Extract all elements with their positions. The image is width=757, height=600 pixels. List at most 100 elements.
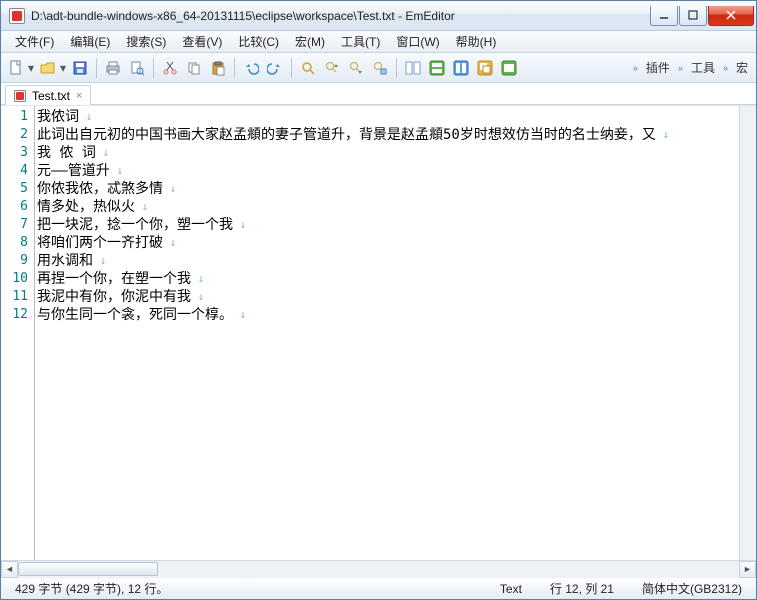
plugins-toolbar-label[interactable]: 插件 (642, 59, 674, 76)
newline-marker-icon: ↓ (110, 164, 123, 177)
newline-marker-icon: ↓ (656, 128, 669, 141)
cascade-button[interactable] (474, 57, 496, 79)
code-line[interactable]: 我 侬 词 ↓ (37, 144, 735, 162)
code-line[interactable]: 用水调和 ↓ (37, 252, 735, 270)
text-area[interactable]: 我侬词 ↓此词出自元初的中国书画大家赵孟頫的妻子管道升，背景是赵孟頫50岁时想效… (35, 106, 739, 560)
menu-view[interactable]: 查看(V) (174, 31, 230, 52)
newline-marker-icon: ↓ (96, 146, 109, 159)
line-number: 7 (1, 216, 28, 234)
close-tab-icon[interactable]: × (76, 90, 82, 102)
code-line[interactable]: 将咱们两个一齐打破 ↓ (37, 234, 735, 252)
tile-horz-button[interactable] (426, 57, 448, 79)
find-button[interactable] (297, 57, 319, 79)
code-line[interactable]: 我泥中有你，你泥中有我 ↓ (37, 288, 735, 306)
redo-button[interactable] (264, 57, 286, 79)
newline-marker-icon: ↓ (79, 110, 92, 123)
open-file-dropdown[interactable]: ▾ (59, 61, 67, 75)
copy-button[interactable] (183, 57, 205, 79)
newline-marker-icon: ↓ (191, 290, 204, 303)
editor: 123456789101112 我侬词 ↓此词出自元初的中国书画大家赵孟頫的妻子… (1, 105, 756, 560)
scroll-thumb[interactable] (18, 562, 158, 576)
code-line[interactable]: 再捏一个你，在塑一个我 ↓ (37, 270, 735, 288)
chevron-icon: » (721, 63, 730, 73)
find-prev-button[interactable] (321, 57, 343, 79)
line-number: 11 (1, 288, 28, 306)
line-number: 2 (1, 126, 28, 144)
single-window-button[interactable] (498, 57, 520, 79)
compare-button[interactable] (402, 57, 424, 79)
file-icon (14, 90, 26, 102)
menu-window[interactable]: 窗口(W) (388, 31, 447, 52)
line-number: 5 (1, 180, 28, 198)
scroll-right-button[interactable]: ► (739, 561, 756, 578)
line-number: 10 (1, 270, 28, 288)
menu-help[interactable]: 帮助(H) (448, 31, 505, 52)
print-button[interactable] (102, 57, 124, 79)
paste-button[interactable] (207, 57, 229, 79)
titlebar[interactable]: D:\adt-bundle-windows-x86_64-20131115\ec… (1, 1, 756, 31)
chevron-icon: » (676, 63, 685, 73)
toolbar-overflow-icon[interactable]: » (631, 63, 640, 73)
line-number: 1 (1, 108, 28, 126)
tools-toolbar-label[interactable]: 工具 (687, 59, 719, 76)
code-line[interactable]: 把一块泥，捻一个你，塑一个我 ↓ (37, 216, 735, 234)
menu-edit[interactable]: 编辑(E) (62, 31, 118, 52)
line-number: 9 (1, 252, 28, 270)
status-bytes: 429 字节 (429 字节), 12 行。 (9, 580, 174, 597)
menu-compare[interactable]: 比较(C) (230, 31, 287, 52)
close-button[interactable] (708, 6, 754, 26)
status-mode: Text (494, 582, 528, 596)
macro-toolbar-label[interactable]: 宏 (732, 59, 752, 76)
tab-label: Test.txt (32, 89, 70, 103)
line-number-gutter: 123456789101112 (1, 106, 35, 560)
window-title: D:\adt-bundle-windows-x86_64-20131115\ec… (31, 9, 649, 23)
newline-marker-icon: ↓ (163, 182, 176, 195)
find-next-button[interactable] (345, 57, 367, 79)
minimize-button[interactable] (650, 6, 678, 26)
code-line[interactable]: 元——管道升 ↓ (37, 162, 735, 180)
newline-marker-icon: ↓ (191, 272, 204, 285)
vertical-scrollbar[interactable] (739, 106, 756, 560)
scroll-left-button[interactable]: ◄ (1, 561, 18, 578)
newline-marker-icon: ↓ (233, 308, 246, 321)
newline-marker-icon: ↓ (93, 254, 106, 267)
cut-button[interactable] (159, 57, 181, 79)
line-number: 8 (1, 234, 28, 252)
menu-macro[interactable]: 宏(M) (287, 31, 333, 52)
code-line[interactable]: 你侬我侬，忒煞多情 ↓ (37, 180, 735, 198)
menu-search[interactable]: 搜索(S) (118, 31, 174, 52)
line-number: 12 (1, 306, 28, 324)
save-button[interactable] (69, 57, 91, 79)
maximize-button[interactable] (679, 6, 707, 26)
new-file-dropdown[interactable]: ▾ (27, 61, 35, 75)
status-encoding: 简体中文(GB2312) (636, 580, 748, 597)
menubar: 文件(F) 编辑(E) 搜索(S) 查看(V) 比较(C) 宏(M) 工具(T)… (1, 31, 756, 53)
code-line[interactable]: 情多处，热似火 ↓ (37, 198, 735, 216)
menu-file[interactable]: 文件(F) (7, 31, 62, 52)
tile-vert-button[interactable] (450, 57, 472, 79)
file-tab[interactable]: Test.txt × (5, 85, 91, 105)
line-number: 3 (1, 144, 28, 162)
menu-tools[interactable]: 工具(T) (333, 31, 388, 52)
app-icon (9, 8, 25, 24)
newline-marker-icon: ↓ (233, 218, 246, 231)
code-line[interactable]: 此词出自元初的中国书画大家赵孟頫的妻子管道升，背景是赵孟頫50岁时想效仿当时的名… (37, 126, 735, 144)
toolbar: ▾ ▾ » 插件 » 工具 » 宏 (1, 53, 756, 83)
line-number: 6 (1, 198, 28, 216)
replace-button[interactable] (369, 57, 391, 79)
app-window: D:\adt-bundle-windows-x86_64-20131115\ec… (0, 0, 757, 600)
code-line[interactable]: 与你生同一个衾，死同一个椁。 ↓ (37, 306, 735, 324)
tab-strip: Test.txt × (1, 83, 756, 105)
horizontal-scrollbar[interactable]: ◄ ► (1, 560, 756, 577)
code-line[interactable]: 我侬词 ↓ (37, 108, 735, 126)
line-number: 4 (1, 162, 28, 180)
newline-marker-icon: ↓ (163, 236, 176, 249)
new-file-button[interactable] (5, 57, 27, 79)
statusbar: 429 字节 (429 字节), 12 行。 Text 行 12, 列 21 简… (1, 577, 756, 599)
undo-button[interactable] (240, 57, 262, 79)
print-preview-button[interactable] (126, 57, 148, 79)
status-position: 行 12, 列 21 (544, 580, 620, 597)
newline-marker-icon: ↓ (135, 200, 148, 213)
open-file-button[interactable] (37, 57, 59, 79)
scroll-track[interactable] (18, 561, 739, 578)
